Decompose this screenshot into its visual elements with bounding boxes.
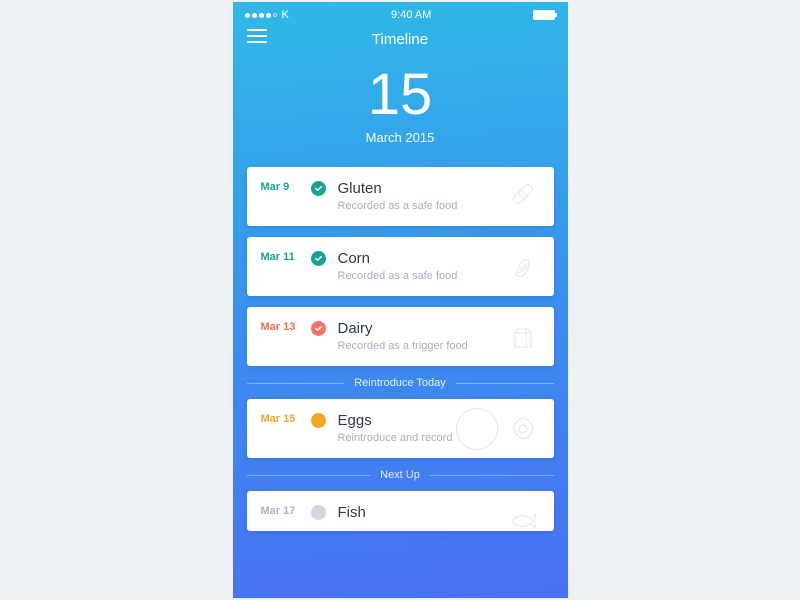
entry-date: Mar 13 <box>261 320 299 333</box>
status-bar: K 9:40 AM <box>233 2 568 25</box>
food-name: Dairy <box>338 320 494 337</box>
clock: 9:40 AM <box>391 9 431 21</box>
timeline-card[interactable]: Mar 9 Gluten Recorded as a safe food <box>247 167 554 226</box>
timeline-card[interactable]: Mar 15 Eggs Reintroduce and record <box>247 399 554 458</box>
check-icon <box>311 321 326 336</box>
food-name: Fish <box>338 504 494 521</box>
signal-carrier: K <box>245 9 289 21</box>
timeline-list: Mar 9 Gluten Recorded as a safe food Mar… <box>233 145 568 531</box>
dot-icon <box>311 505 326 520</box>
entry-date: Mar 9 <box>261 180 299 193</box>
section-divider-next: Next Up <box>247 469 554 481</box>
divider-label: Next Up <box>380 469 420 481</box>
entry-date: Mar 11 <box>261 250 299 263</box>
food-status: Recorded as a safe food <box>338 270 494 282</box>
timeline-card[interactable]: Mar 17 Fish <box>247 491 554 531</box>
food-name: Gluten <box>338 180 494 197</box>
phone-frame: K 9:40 AM Timeline 15 March 2015 Mar 9 G… <box>233 2 568 598</box>
entry-date: Mar 17 <box>261 504 299 517</box>
bread-icon <box>506 180 540 214</box>
check-icon <box>311 181 326 196</box>
corn-icon <box>506 250 540 284</box>
month-year: March 2015 <box>233 130 568 145</box>
egg-icon <box>506 412 540 446</box>
day-number: 15 <box>233 66 568 124</box>
carrier-label: K <box>282 9 289 21</box>
milk-icon <box>506 320 540 354</box>
section-divider-today: Reintroduce Today <box>247 377 554 389</box>
food-name: Corn <box>338 250 494 267</box>
app-header: Timeline <box>233 25 568 52</box>
signal-dots-icon <box>245 13 277 18</box>
fish-icon <box>506 504 540 531</box>
food-status: Recorded as a safe food <box>338 200 494 212</box>
entry-date: Mar 15 <box>261 412 299 425</box>
battery-icon <box>533 10 555 20</box>
food-status: Recorded as a trigger food <box>338 340 494 352</box>
dot-icon <box>311 413 326 428</box>
divider-label: Reintroduce Today <box>354 377 446 389</box>
current-date: 15 March 2015 <box>233 66 568 145</box>
menu-button[interactable] <box>247 29 267 43</box>
page-title: Timeline <box>372 31 428 48</box>
record-circle-icon <box>456 408 498 450</box>
check-icon <box>311 251 326 266</box>
timeline-card[interactable]: Mar 11 Corn Recorded as a safe food <box>247 237 554 296</box>
timeline-card[interactable]: Mar 13 Dairy Recorded as a trigger food <box>247 307 554 366</box>
